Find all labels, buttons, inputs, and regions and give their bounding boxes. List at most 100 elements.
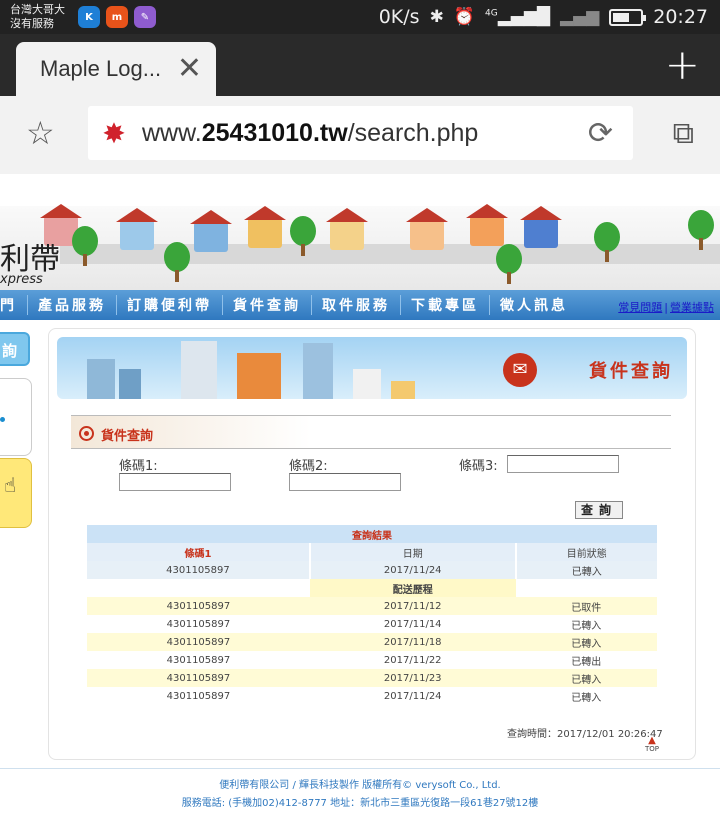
sidebar-panel[interactable] [0, 378, 32, 456]
tracking-panel: ✉ 貨件查詢 貨件查詢 條碼1: 條碼2: 條碼3: 查詢 查詢結果 條碼1 日… [48, 328, 696, 760]
app-notification-icon: ✎ [134, 6, 156, 28]
history-status: 已轉入 [515, 615, 657, 633]
hand-pointer-icon: ☝ [4, 473, 17, 497]
summary-barcode: 4301105897 [87, 561, 311, 579]
query-button[interactable]: 查詢 [575, 501, 623, 519]
tree-illustration [72, 226, 98, 266]
nav-item-jobs[interactable]: 徵人訊息 [490, 295, 578, 315]
history-status: 已取件 [515, 597, 657, 615]
column-header-barcode: 條碼1 [87, 543, 311, 561]
status-bar: 台灣大哥大 沒有服務 K m ✎ 0K/s ✱ ⏰ 4G▂▄▆█ ▂▄▆ 20:… [0, 0, 720, 34]
reload-icon[interactable]: ⟳ [588, 116, 613, 151]
browser-toolbar: ☆ ✸ www.25431010.tw/search.php ⟳ ⧉ [0, 96, 720, 174]
barcode3-label: 條碼3: [459, 459, 498, 474]
history-barcode: 4301105897 [87, 651, 310, 669]
column-header-status: 目前狀態 [515, 543, 657, 561]
section-header: 貨件查詢 [71, 415, 671, 449]
close-icon[interactable]: ✕ [177, 54, 202, 84]
battery-icon [609, 8, 647, 26]
carrier-name: 台灣大哥大 [10, 3, 65, 16]
extension-puzzle-icon[interactable]: ⧉ [673, 116, 694, 151]
history-barcode: 4301105897 [87, 669, 310, 687]
locations-link[interactable]: 營業據點 [670, 301, 714, 314]
history-status: 已轉入 [515, 669, 657, 687]
tree-illustration [594, 222, 620, 262]
top-label: TOP [645, 745, 660, 753]
new-tab-icon[interactable]: + [665, 44, 700, 86]
house-illustration [326, 208, 368, 250]
maple-leaf-icon: ✸ [102, 116, 126, 150]
history-barcode: 4301105897 [87, 633, 310, 651]
barcode1-input[interactable] [119, 473, 231, 491]
nav-item-home[interactable]: 門 [0, 295, 28, 315]
footer-divider [0, 768, 720, 769]
footer-copyright: 便利帶有限公司 / 輝長科技製作 版權所有© verysoft Co., Ltd… [219, 780, 501, 791]
history-barcode: 4301105897 [87, 597, 310, 615]
building-illustration [303, 343, 333, 399]
building-illustration [119, 369, 141, 399]
address-bar[interactable]: ✸ www.25431010.tw/search.php ⟳ [88, 106, 633, 160]
house-illustration [520, 206, 562, 248]
sidebar-query-tab[interactable]: 詢 [0, 332, 30, 366]
app-notification-icon: m [106, 6, 128, 28]
nav-item-tracking[interactable]: 貨件查詢 [223, 295, 312, 315]
history-date: 2017/11/22 [309, 651, 516, 669]
table-row: 4301105897 2017/11/23 已轉入 [87, 669, 657, 687]
faq-link[interactable]: 常見問題 [618, 301, 662, 314]
nav-item-pickup[interactable]: 取件服務 [312, 295, 401, 315]
building-illustration [353, 369, 381, 399]
barcode2-input[interactable] [289, 473, 401, 491]
table-row: 4301105897 2017/11/14 已轉入 [87, 615, 657, 633]
table-row: 4301105897 2017/11/18 已轉入 [87, 633, 657, 651]
tab-strip: Maple Log... ✕ + [0, 34, 720, 96]
service-status: 沒有服務 [10, 17, 54, 30]
tree-illustration [290, 216, 316, 256]
building-illustration [181, 341, 217, 399]
tree-illustration [688, 210, 714, 250]
nav-item-order[interactable]: 訂購便利帶 [117, 295, 223, 315]
sidebar-promo[interactable]: ☝ [0, 458, 32, 528]
alarm-icon: ⏰ [453, 7, 475, 27]
barcode1-label: 條碼1: [119, 459, 158, 474]
back-to-top-icon[interactable]: ▲ TOP [645, 735, 660, 754]
history-date: 2017/11/23 [309, 669, 516, 687]
nav-item-downloads[interactable]: 下載專區 [401, 295, 490, 315]
section-title: 貨件查詢 [101, 429, 154, 444]
history-status: 已轉入 [515, 633, 657, 651]
history-status: 已轉出 [515, 651, 657, 669]
history-date: 2017/11/18 [309, 633, 516, 651]
result-title: 查詢結果 [87, 525, 657, 543]
status-indicators: 0K/s ✱ ⏰ 4G▂▄▆█ ▂▄▆ 20:27 [379, 0, 708, 34]
nav-link-divider: | [664, 301, 668, 314]
query-time: 查詢時間：2017/12/01 20:26:47 [507, 729, 663, 740]
column-header-date: 日期 [309, 543, 517, 561]
building-illustration [391, 381, 415, 399]
tree-illustration [164, 242, 190, 282]
tab-title: Maple Log... [40, 56, 162, 81]
summary-date: 2017/11/24 [309, 561, 517, 579]
history-status: 已轉入 [515, 687, 657, 705]
result-header-row: 條碼1 日期 目前狀態 [87, 543, 657, 561]
hero-title: 貨件查詢 [589, 361, 673, 382]
table-row: 4301105897 2017/11/22 已轉出 [87, 651, 657, 669]
browser-tab[interactable]: Maple Log... ✕ [16, 42, 216, 96]
url-text[interactable]: www.25431010.tw/search.php [142, 119, 478, 148]
nav-item-products[interactable]: 產品服務 [28, 295, 117, 315]
building-illustration [87, 359, 115, 399]
result-table: 查詢結果 條碼1 日期 目前狀態 4301105897 2017/11/24 已… [87, 525, 657, 705]
bookmark-star-icon[interactable]: ☆ [26, 116, 55, 150]
signal-icon: 4G▂▄▆█ [485, 7, 550, 27]
house-illustration [406, 208, 448, 250]
summary-status: 已轉入 [515, 561, 657, 579]
web-page: 利帶 xpress 門 產品服務 訂購便利帶 貨件查詢 取件服務 下載專區 徵人… [0, 174, 720, 828]
up-arrow-icon: ▲ [648, 735, 656, 746]
barcode2-label: 條碼2: [289, 459, 328, 474]
url-prefix: www. [142, 118, 202, 147]
house-illustration [244, 206, 286, 248]
house-illustration [116, 208, 158, 250]
history-date: 2017/11/24 [309, 687, 516, 705]
barcode3-input[interactable] [507, 455, 619, 473]
url-path: /search.php [347, 118, 479, 147]
network-type: 4G [485, 8, 498, 19]
history-barcode: 4301105897 [87, 687, 310, 705]
